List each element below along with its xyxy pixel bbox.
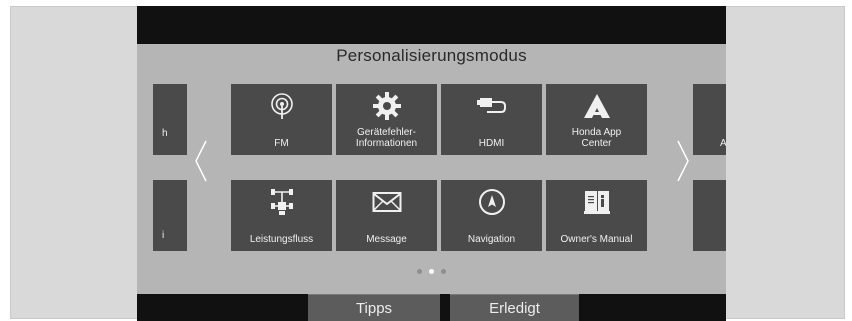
app-tile-label: Honda App Center	[571, 127, 622, 149]
honda-app-center-icon	[546, 92, 647, 120]
page-dot	[441, 269, 446, 274]
app-tile-label: Owner's Manual	[560, 234, 633, 245]
page-dot	[429, 269, 434, 274]
radio-antenna-icon	[231, 92, 332, 120]
app-tile-label: Leistungsfluss	[249, 234, 314, 245]
app-tile-fm[interactable]: FM	[231, 84, 332, 155]
app-tile-power-flow[interactable]: Leistungsfluss	[231, 180, 332, 251]
infotainment-screen: Personalisierungsmodus h i A FM Gerätefe…	[137, 6, 726, 321]
left-margin-panel	[10, 6, 137, 319]
partial-tile-left-bottom[interactable]: i	[153, 180, 187, 251]
previous-page-arrow[interactable]	[191, 138, 211, 184]
partial-tile-left-bottom-label: i	[162, 230, 165, 241]
page-indicator	[137, 269, 726, 274]
tips-button[interactable]: Tipps	[308, 294, 440, 321]
app-panel	[137, 44, 726, 294]
app-tile-label: Gerätefehler- Informationen	[355, 127, 418, 149]
partial-tile-left-top[interactable]: h	[153, 84, 187, 155]
next-page-arrow[interactable]	[673, 138, 693, 184]
hdmi-plug-icon	[441, 92, 542, 120]
done-button-label: Erledigt	[489, 300, 540, 317]
app-tile-message[interactable]: Message	[336, 180, 437, 251]
app-tile-hdmi[interactable]: HDMI	[441, 84, 542, 155]
manual-book-icon	[546, 188, 647, 216]
app-tile-label: Message	[366, 234, 407, 245]
app-tile-owners-manual[interactable]: Owner's Manual	[546, 180, 647, 251]
partial-tile-right-top-label: A	[720, 138, 726, 149]
partial-tile-right-top[interactable]: A	[693, 84, 726, 155]
chevron-left-icon	[195, 140, 207, 182]
chevron-right-icon	[677, 140, 689, 182]
page-title: Personalisierungsmodus	[336, 46, 527, 65]
compass-icon	[441, 188, 542, 216]
tips-button-label: Tipps	[355, 300, 393, 317]
app-tile-label: FM	[274, 138, 289, 149]
app-tile-device-error-info[interactable]: Gerätefehler- Informationen	[336, 84, 437, 155]
page-dot	[417, 269, 422, 274]
power-flow-icon	[231, 188, 332, 216]
partial-tile-right-bottom[interactable]	[693, 180, 726, 251]
app-tile-label: Navigation	[467, 234, 516, 245]
app-tile-honda-app-center[interactable]: Honda App Center	[546, 84, 647, 155]
gear-icon	[336, 92, 437, 120]
done-button[interactable]: Erledigt	[450, 294, 579, 321]
app-tile-navigation[interactable]: Navigation	[441, 180, 542, 251]
envelope-icon	[336, 188, 437, 216]
right-margin-panel	[726, 6, 845, 319]
partial-tile-left-top-label: h	[162, 128, 168, 139]
app-tile-label: HDMI	[478, 138, 505, 149]
